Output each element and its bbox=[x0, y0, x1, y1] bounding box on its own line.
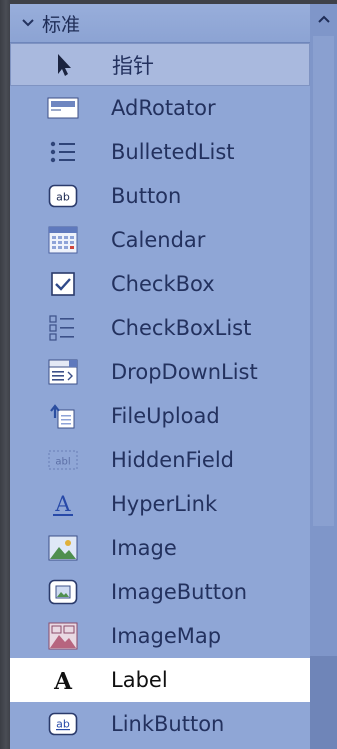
svg-text:A: A bbox=[54, 492, 71, 516]
calendar-icon bbox=[40, 218, 86, 262]
group-header-standard[interactable]: 标准 bbox=[10, 4, 310, 43]
toolbox-item-adrotator[interactable]: AdRotator bbox=[10, 86, 310, 130]
toolbox-item-label: CheckBoxList bbox=[111, 316, 252, 340]
scrollbar-track[interactable] bbox=[310, 656, 337, 749]
label-a-icon: A bbox=[40, 658, 86, 702]
chevron-down-icon[interactable] bbox=[18, 4, 38, 42]
toolbox-item-label: DropDownList bbox=[111, 360, 258, 384]
toolbox-item-label: Image bbox=[111, 536, 177, 560]
toolbox-item-pointer[interactable]: 指针 bbox=[10, 43, 310, 86]
toolbox-item-label: HiddenField bbox=[111, 448, 234, 472]
toolbox-item-label: HyperLink bbox=[111, 492, 218, 516]
toolbox-item-checkbox[interactable]: CheckBox bbox=[10, 262, 310, 306]
hidden-field-icon: abl bbox=[40, 438, 86, 482]
group-title: 标准 bbox=[42, 13, 81, 36]
toolbox-item-label: Button bbox=[111, 184, 182, 208]
toolbox-item-label: Label bbox=[111, 668, 168, 692]
toolbox-item-label: AdRotator bbox=[111, 96, 216, 120]
toolbox-item-image[interactable]: Image bbox=[10, 526, 310, 570]
toolbox-item-bulletedlist[interactable]: BulletedList bbox=[10, 130, 310, 174]
toolbox-item-checkboxlist[interactable]: CheckBoxList bbox=[10, 306, 310, 350]
checkbox-icon bbox=[40, 262, 86, 306]
toolbox-item-imagebutton[interactable]: ImageButton bbox=[10, 570, 310, 614]
image-map-icon bbox=[40, 614, 86, 658]
toolbox-item-fileupload[interactable]: FileUpload bbox=[10, 394, 310, 438]
adrotator-icon bbox=[40, 86, 86, 130]
bulleted-list-icon bbox=[40, 130, 86, 174]
file-upload-icon bbox=[40, 394, 86, 438]
dropdown-list-icon bbox=[40, 350, 86, 394]
toolbox-panel: 标准 指针 AdRotator BulletedList ab Button C… bbox=[10, 4, 310, 749]
toolbox-item-calendar[interactable]: Calendar bbox=[10, 218, 310, 262]
toolbox-item-dropdownlist[interactable]: DropDownList bbox=[10, 350, 310, 394]
svg-text:ab: ab bbox=[56, 191, 70, 204]
svg-text:ab: ab bbox=[56, 718, 70, 731]
toolbox-item-label: ImageButton bbox=[111, 580, 248, 604]
toolbox-item-label: 指针 bbox=[112, 53, 154, 78]
hyperlink-icon: A bbox=[40, 482, 86, 526]
pointer-arrow-icon bbox=[41, 43, 87, 87]
toolbox-item-button[interactable]: ab Button bbox=[10, 174, 310, 218]
svg-text:A: A bbox=[53, 668, 73, 693]
scrollbar-thumb[interactable] bbox=[313, 36, 334, 526]
image-icon bbox=[40, 526, 86, 570]
image-button-icon bbox=[40, 570, 86, 614]
toolbox-item-hyperlink[interactable]: A HyperLink bbox=[10, 482, 310, 526]
toolbox-item-imagemap[interactable]: ImageMap bbox=[10, 614, 310, 658]
button-ab-icon: ab bbox=[40, 174, 86, 218]
toolbox-item-label: ImageMap bbox=[111, 624, 222, 648]
svg-text:abl: abl bbox=[55, 457, 70, 468]
toolbox-item-label: BulletedList bbox=[111, 140, 235, 164]
vertical-scrollbar[interactable] bbox=[310, 4, 337, 749]
scroll-up-icon[interactable] bbox=[310, 4, 337, 34]
checkbox-list-icon bbox=[40, 306, 86, 350]
toolbox-item-label: Calendar bbox=[111, 228, 206, 252]
link-button-icon: ab bbox=[40, 702, 86, 746]
toolbox-item-label: FileUpload bbox=[111, 404, 220, 428]
toolbox-item-linkbutton[interactable]: ab LinkButton bbox=[10, 702, 310, 746]
toolbox-item-label-control[interactable]: A Label bbox=[10, 658, 310, 702]
toolbox-item-hiddenfield[interactable]: abl HiddenField bbox=[10, 438, 310, 482]
toolbox-item-label: LinkButton bbox=[111, 712, 225, 736]
toolbox-item-label: CheckBox bbox=[111, 272, 215, 296]
